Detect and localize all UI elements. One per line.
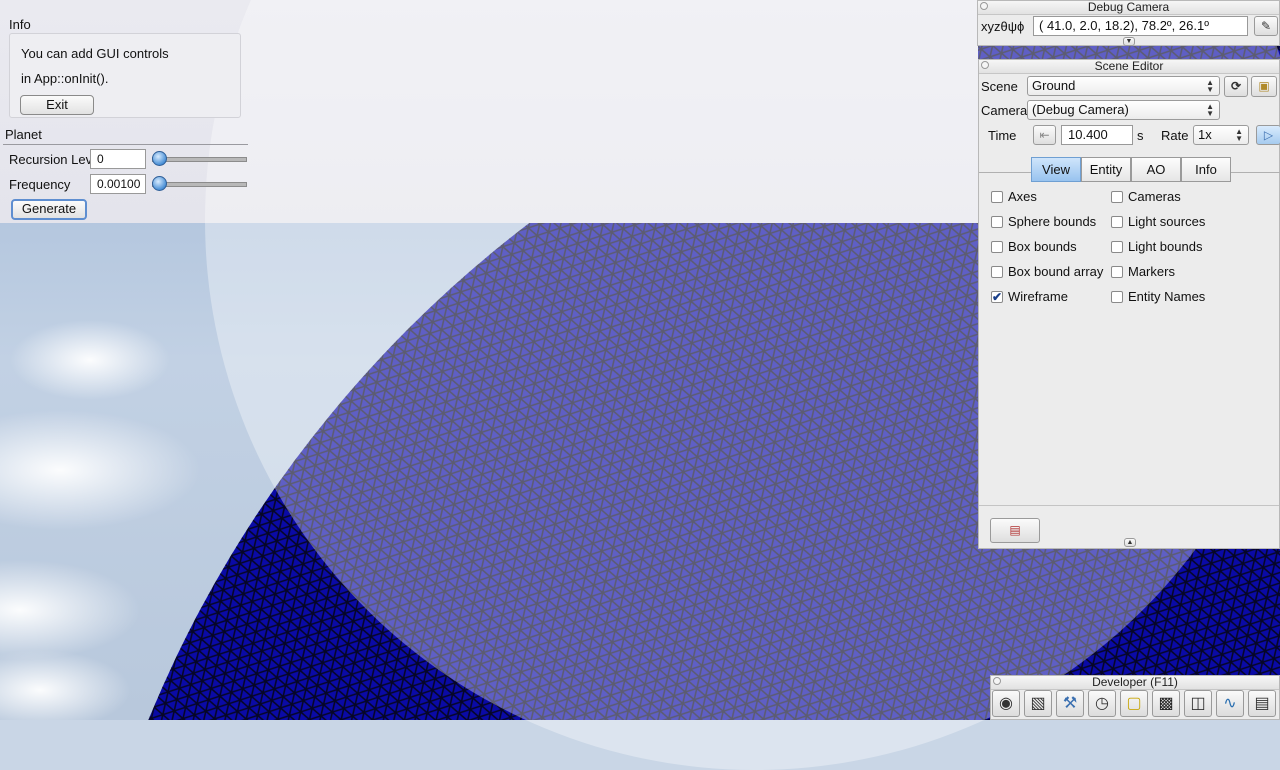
debug-camera-title: Debug Camera — [978, 1, 1279, 15]
light-bounds-checkbox[interactable] — [1111, 241, 1123, 253]
generate-button[interactable]: Generate — [11, 199, 87, 220]
tab-view[interactable]: View — [1031, 157, 1081, 182]
time-field[interactable]: 10.400 — [1061, 125, 1133, 145]
cameras-label: Cameras — [1128, 189, 1181, 204]
dropdown-arrows-icon: ▲ ▼ — [1235, 127, 1243, 143]
scene-dropdown[interactable]: Ground ▲ ▼ — [1027, 76, 1220, 96]
camera-dropdown-value: (Debug Camera) — [1032, 102, 1129, 117]
dropdown-arrows-icon: ▲ ▼ — [1206, 78, 1214, 94]
axes-checkbox[interactable] — [991, 191, 1003, 203]
dropdown-arrows-icon: ▲ ▼ — [1206, 102, 1214, 118]
scene-editor-footer-line — [979, 505, 1279, 506]
tab-line-right — [1231, 172, 1280, 173]
app-gui-panel: Info You can add GUI controls in App::on… — [0, 0, 1280, 770]
frequency-field[interactable]: 0.00100 — [90, 174, 146, 194]
terminal-icon[interactable]: ▩ — [1152, 690, 1180, 717]
developer-title: Developer (F11) — [991, 676, 1279, 690]
markers-checkbox[interactable] — [1111, 266, 1123, 278]
scene-editor-close-icon[interactable] — [981, 61, 989, 69]
play-icon[interactable]: ▷ — [1256, 125, 1280, 145]
light-bounds-label: Light bounds — [1128, 239, 1203, 254]
scene-label: Scene — [981, 79, 1018, 94]
rate-dropdown-value: 1x — [1198, 127, 1212, 142]
debug-camera-link-icon[interactable]: ✎ — [1254, 16, 1278, 36]
sphere-bounds-label: Sphere bounds — [1008, 214, 1097, 229]
info-text-line1: You can add GUI controls — [21, 46, 169, 61]
debug-camera-collapse-icon[interactable]: ▼ — [1123, 37, 1135, 46]
entity-names-label: Entity Names — [1128, 289, 1206, 304]
info-box: You can add GUI controls in App::onInit(… — [9, 33, 241, 118]
reload-scene-icon[interactable]: ⟳ — [1224, 76, 1248, 97]
box-bound-array-label: Box bound array — [1008, 264, 1104, 279]
planet-separator — [3, 144, 248, 145]
info-text-line2: in App::onInit(). — [21, 71, 109, 86]
scene-editor-window: Scene Editor Scene Ground ▲ ▼ ⟳ ▣ Camera … — [978, 59, 1280, 549]
cameras-checkbox[interactable] — [1111, 191, 1123, 203]
debug-camera-close-icon[interactable] — [980, 2, 988, 10]
sphere-bounds-checkbox[interactable] — [991, 216, 1003, 228]
info-title: Info — [9, 17, 31, 32]
developer-close-icon[interactable] — [993, 677, 1001, 685]
tab-info[interactable]: Info — [1181, 157, 1231, 182]
scene-dropdown-value: Ground — [1032, 78, 1076, 93]
document-icon[interactable]: ▤ — [1248, 690, 1276, 717]
frequency-label: Frequency — [9, 177, 71, 192]
wireframe-checkbox[interactable]: ✔ — [991, 291, 1003, 303]
camera-icon[interactable]: ◉ — [992, 690, 1020, 717]
exit-button[interactable]: Exit — [20, 95, 94, 115]
camera-dropdown[interactable]: (Debug Camera) ▲ ▼ — [1027, 100, 1220, 120]
planet-title: Planet — [5, 127, 42, 142]
tab-entity[interactable]: Entity — [1081, 157, 1131, 182]
camera-label: Camera — [981, 103, 1028, 118]
debug-camera-coord-label: xyzθψϕ — [981, 19, 1025, 34]
box-bounds-checkbox[interactable] — [991, 241, 1003, 253]
light-sources-checkbox[interactable] — [1111, 216, 1123, 228]
markers-label: Markers — [1128, 264, 1175, 279]
time-unit: s — [1137, 128, 1144, 143]
wireframe-label: Wireframe — [1008, 289, 1068, 304]
note-icon[interactable]: ▢ — [1120, 690, 1148, 717]
save-scene-icon[interactable]: ▤ — [990, 518, 1040, 543]
lock-icon[interactable]: ▣ — [1251, 76, 1277, 97]
debug-camera-window: Debug Camera xyzθψϕ ( 41.0, 2.0, 18.2), … — [977, 0, 1280, 46]
speed-dial-icon[interactable]: ◷ — [1088, 690, 1116, 717]
tools-icon[interactable]: ⚒ — [1056, 690, 1084, 717]
frequency-slider-thumb[interactable] — [152, 176, 167, 191]
recursion-level-field[interactable]: 0 — [90, 149, 146, 169]
tab-line-left — [979, 172, 1031, 173]
entity-names-checkbox[interactable] — [1111, 291, 1123, 303]
light-sources-label: Light sources — [1128, 214, 1206, 229]
rate-dropdown[interactable]: 1x ▲ ▼ — [1193, 125, 1249, 145]
scene-editor-icon[interactable]: ◫ — [1184, 690, 1212, 717]
profiler-icon[interactable]: ∿ — [1216, 690, 1244, 717]
debug-camera-coord-field[interactable]: ( 41.0, 2.0, 18.2), 78.2º, 26.1º — [1033, 16, 1248, 36]
scene-editor-collapse-icon[interactable]: ▲ — [1124, 538, 1136, 547]
tab-ao[interactable]: AO — [1131, 157, 1181, 182]
film-clapper-icon[interactable]: ▧ — [1024, 690, 1052, 717]
time-label: Time — [988, 128, 1017, 143]
recursion-level-label: Recursion Level — [9, 152, 103, 167]
time-reset-icon[interactable]: ⇤ — [1033, 125, 1056, 145]
axes-label: Axes — [1008, 189, 1037, 204]
box-bound-array-checkbox[interactable] — [991, 266, 1003, 278]
recursion-level-slider-thumb[interactable] — [152, 151, 167, 166]
scene-editor-title: Scene Editor — [979, 60, 1279, 74]
box-bounds-label: Box bounds — [1008, 239, 1077, 254]
rate-label: Rate — [1161, 128, 1189, 143]
